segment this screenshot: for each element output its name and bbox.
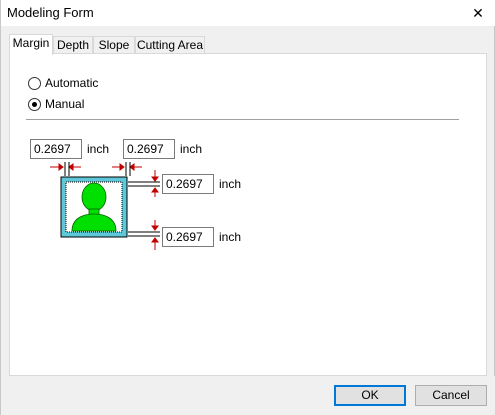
radio-manual-label: Manual [45, 97, 85, 111]
separator-line [26, 119, 459, 120]
top-margin-input[interactable]: 0.2697 [162, 174, 214, 194]
bottom-margin-arrows [151, 220, 159, 250]
button-bar: OK Cancel [1, 376, 495, 415]
radio-automatic[interactable]: Automatic [28, 75, 98, 91]
radio-automatic-label: Automatic [45, 76, 99, 90]
cancel-button[interactable]: Cancel [415, 385, 487, 406]
margin-tab-panel: Automatic Manual 0.2697 inch 0.2697 inch… [9, 53, 487, 376]
right-margin-unit: inch [180, 142, 203, 156]
bottom-margin-input[interactable]: 0.2697 [162, 227, 214, 247]
radio-manual-circle[interactable] [28, 97, 41, 111]
right-margin-arrows [112, 163, 142, 171]
right-margin-input[interactable]: 0.2697 [123, 139, 175, 159]
close-button[interactable]: ✕ [460, 0, 495, 26]
left-margin-input[interactable]: 0.2697 [30, 139, 82, 159]
radio-automatic-circle[interactable] [28, 76, 41, 90]
top-margin-unit: inch [219, 177, 242, 191]
radio-manual[interactable]: Manual [28, 96, 84, 112]
tab-cutting-area[interactable]: Cutting Area [135, 36, 205, 54]
top-margin-arrows [151, 170, 159, 197]
ok-button[interactable]: OK [334, 385, 406, 406]
tab-depth[interactable]: Depth [53, 36, 93, 54]
tab-slope[interactable]: Slope [93, 36, 135, 54]
window-title: Modeling Form [7, 5, 94, 20]
title-bar: Modeling Form ✕ [1, 0, 495, 26]
bottom-margin-unit: inch [219, 230, 242, 244]
radio-selected-dot [32, 101, 37, 107]
modeling-form-dialog: Modeling Form ✕ Margin Depth Slope Cutti… [0, 0, 495, 415]
left-margin-unit: inch [87, 142, 110, 156]
close-icon: ✕ [472, 4, 484, 21]
tab-margin[interactable]: Margin [9, 34, 53, 55]
margin-diagram [50, 162, 160, 250]
